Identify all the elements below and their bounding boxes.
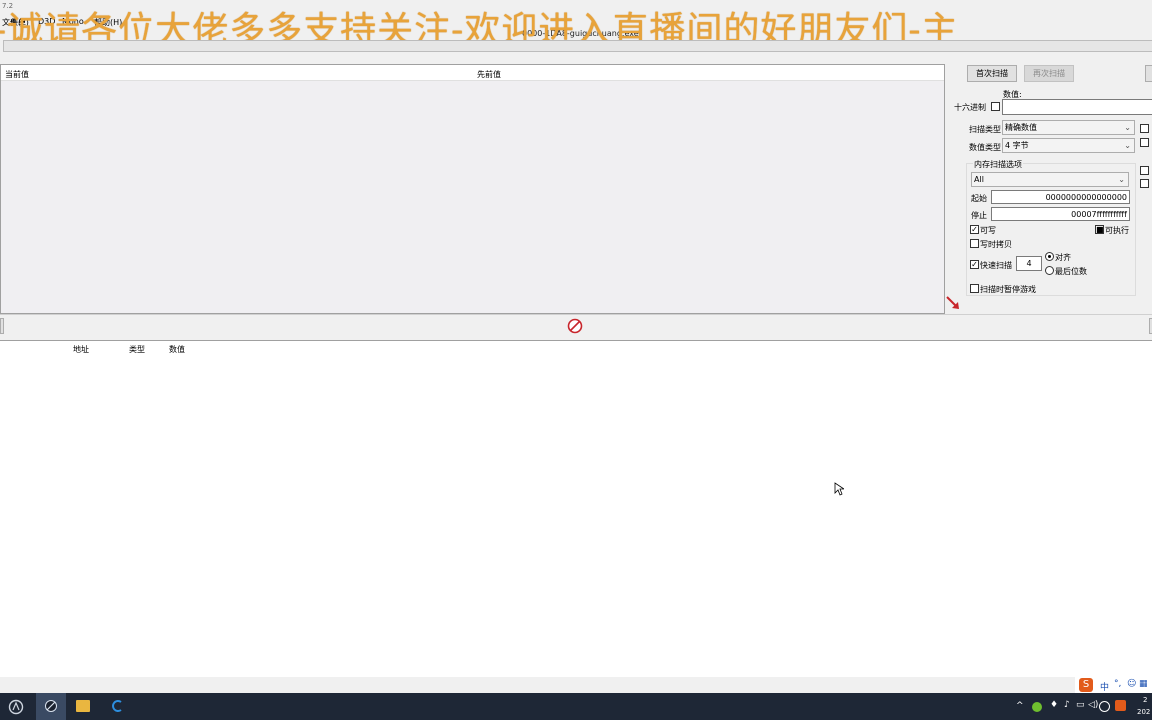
stop-address-input[interactable]: 00007fffffffffff (991, 207, 1130, 221)
punctuation-icon[interactable]: °, (1114, 679, 1121, 689)
network-icon[interactable]: ▭ (1076, 700, 1085, 710)
scan-type-label: 扫描类型 (969, 125, 1001, 134)
copy-on-write-checkbox[interactable] (970, 239, 979, 248)
memory-region-select[interactable]: All ⌄ (971, 172, 1129, 187)
taskbar-active-app[interactable] (36, 693, 66, 720)
value-input[interactable] (1002, 99, 1152, 115)
col-current-value[interactable]: 当前值 (5, 69, 29, 80)
file-explorer-icon[interactable] (76, 700, 90, 712)
emoji-icon[interactable]: ☺ (1127, 679, 1136, 689)
tray-chevron-up-icon[interactable]: ^ (1016, 701, 1024, 711)
tray-sogou-icon[interactable] (1115, 700, 1126, 711)
menu-bar: 7.2 文件(F) 表单 D3D Mono 帮助(H) 0000-1DA8-gu… (0, 0, 1152, 51)
next-scan-button[interactable]: 再次扫描 (1024, 65, 1074, 82)
volume-icon[interactable]: ◁) (1088, 700, 1098, 710)
hex-label: 十六进制 (954, 103, 986, 112)
writable-label: 可写 (980, 226, 996, 235)
tray-circle-icon[interactable] (1099, 701, 1110, 712)
chevron-down-icon: ⌄ (1118, 175, 1125, 184)
option-checkbox-3[interactable] (1140, 166, 1149, 175)
chevron-down-icon: ⌄ (1124, 123, 1131, 132)
app-icon-1[interactable] (8, 699, 24, 715)
value-type-select[interactable]: 4 字节 ⌄ (1002, 138, 1135, 153)
option-checkbox-4[interactable] (1140, 179, 1149, 188)
ime-mode[interactable]: 中 (1100, 680, 1109, 693)
microphone-icon[interactable]: ♪ (1064, 700, 1070, 710)
cheat-engine-icon (44, 699, 58, 713)
col-address[interactable]: 地址 (73, 344, 89, 355)
memory-view-button[interactable] (0, 318, 4, 334)
stop-label: 停止 (971, 211, 987, 220)
pause-game-label: 扫描时暂停游戏 (980, 285, 1036, 294)
app-icon-3[interactable] (110, 699, 124, 713)
value-type-value: 4 字节 (1005, 141, 1029, 150)
executable-checkbox[interactable]: ■ (1095, 225, 1104, 234)
ime-tray: S 中 °, ☺ ▦ (1075, 677, 1152, 693)
scan-results-list[interactable]: 当前值 先前值 (0, 64, 945, 314)
col-value[interactable]: 数值 (169, 344, 185, 355)
first-scan-button[interactable]: 首次扫描 (967, 65, 1017, 82)
last-digits-radio[interactable] (1045, 266, 1054, 275)
pause-game-checkbox[interactable] (970, 284, 979, 293)
results-header: 当前值 先前值 (1, 65, 944, 81)
scan-progress-bar (3, 40, 1152, 52)
mouse-cursor-icon (834, 482, 846, 498)
clock-date[interactable]: 202 (1137, 708, 1150, 716)
chevron-down-icon: ⌄ (1124, 141, 1131, 150)
scan-type-select[interactable]: 精确数值 ⌄ (1002, 120, 1135, 135)
start-address-input[interactable]: 0000000000000000 (991, 190, 1130, 204)
memory-region-value: All (974, 175, 984, 184)
sogou-icon[interactable]: S (1079, 678, 1093, 692)
hex-checkbox[interactable] (991, 102, 1000, 111)
fast-scan-checkbox[interactable]: ✓ (970, 260, 979, 269)
tray-green-icon[interactable] (1032, 702, 1042, 712)
keyboard-icon[interactable]: ▦ (1139, 679, 1148, 689)
memory-options-title: 内存扫描选项 (973, 159, 1023, 170)
executable-label: 可执行 (1105, 226, 1129, 235)
copy-on-write-label: 写时拷贝 (980, 240, 1012, 249)
fast-scan-input[interactable]: 4 (1016, 256, 1042, 271)
stop-icon[interactable] (567, 318, 583, 334)
value-type-label: 数值类型 (969, 143, 1001, 152)
align-radio[interactable] (1045, 252, 1054, 261)
add-to-list-arrow-icon[interactable] (944, 294, 962, 312)
start-label: 起始 (971, 194, 987, 203)
col-type[interactable]: 类型 (129, 344, 145, 355)
clock-time[interactable]: 2 (1143, 696, 1147, 704)
address-list[interactable]: 地址 类型 数值 (0, 340, 1152, 677)
option-checkbox-1[interactable] (1140, 124, 1149, 133)
option-checkbox-2[interactable] (1140, 138, 1149, 147)
middle-toolbar (0, 314, 1152, 340)
undo-scan-button[interactable] (1145, 65, 1152, 82)
tray-bell-icon[interactable]: ♦ (1050, 700, 1058, 710)
align-label: 对齐 (1055, 253, 1071, 262)
writable-checkbox[interactable]: ✓ (970, 225, 979, 234)
col-previous-value[interactable]: 先前值 (477, 69, 501, 80)
scan-type-value: 精确数值 (1005, 123, 1037, 132)
taskbar: ^ ♦ ♪ ▭ ◁) 2 202 (0, 693, 1152, 720)
last-digits-label: 最后位数 (1055, 267, 1087, 276)
fast-scan-label: 快速扫描 (980, 261, 1012, 270)
